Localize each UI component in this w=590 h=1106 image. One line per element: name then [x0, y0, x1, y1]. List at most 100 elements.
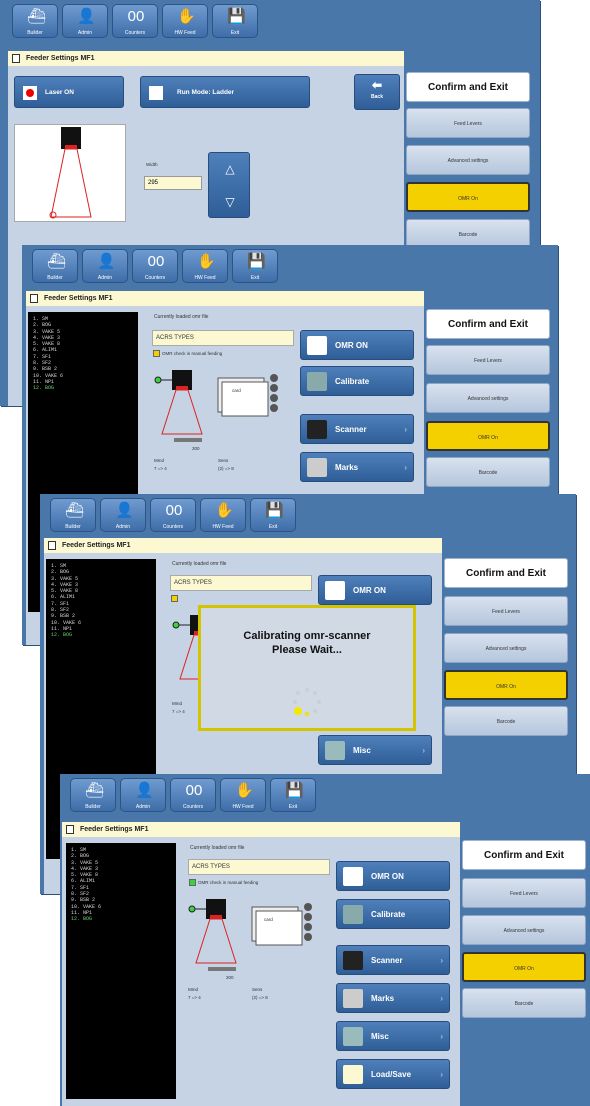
- misc-button[interactable]: Misc ›: [318, 735, 432, 765]
- save-icon: 💾: [227, 8, 246, 25]
- barcode-button[interactable]: Barcode: [426, 457, 550, 487]
- advanced-settings-button[interactable]: Advanced settings: [444, 633, 568, 663]
- exit-button[interactable]: 💾 Exit: [232, 249, 278, 283]
- counters-button[interactable]: 00 Counters: [132, 249, 178, 283]
- omr-on-button[interactable]: OMR On: [462, 952, 586, 982]
- omr-on-toggle[interactable]: OMR ON: [318, 575, 432, 605]
- feed-levers-button[interactable]: Feed Levers: [444, 596, 568, 626]
- barcode-button[interactable]: Barcode: [462, 988, 586, 1018]
- feeder-list[interactable]: 1. SM 2. BOG 3. VAKE 5 4. VAKE 3 5. VAKE…: [66, 843, 176, 1099]
- sens-label: Sens: [218, 458, 229, 463]
- run-mode-icon: [149, 86, 163, 100]
- omr-on-button[interactable]: OMR On: [444, 670, 568, 700]
- feed-levers-button[interactable]: Feed Levers: [462, 878, 586, 908]
- list-item-selected[interactable]: 12. BOG: [71, 916, 176, 922]
- load-save-button[interactable]: Load/Save ›: [336, 1059, 450, 1089]
- scanner-button[interactable]: Scanner ›: [336, 945, 450, 975]
- feed-levers-button[interactable]: Feed Levers: [426, 345, 550, 375]
- admin-button[interactable]: 👤 Admin: [100, 498, 146, 532]
- calibrate-button[interactable]: Calibrate: [300, 366, 414, 396]
- marks-button[interactable]: Marks ›: [300, 452, 414, 482]
- hand-feed-button[interactable]: ✋ HW Feed: [200, 498, 246, 532]
- scanner-icon: [343, 951, 363, 970]
- omr-manual-check[interactable]: [171, 595, 180, 603]
- folder-icon: [343, 1065, 363, 1084]
- hand-feed-button[interactable]: ✋ HW Feed: [182, 249, 228, 283]
- run-mode-button[interactable]: Run Mode: Ladder: [140, 76, 310, 108]
- counters-button[interactable]: 00 Counters: [150, 498, 196, 532]
- checkbox[interactable]: [171, 595, 178, 603]
- omr-on-button[interactable]: OMR On: [406, 182, 530, 212]
- builder-icon: ⛴: [65, 502, 85, 519]
- counters-icon: 00: [147, 253, 165, 270]
- width-stepper: △ ▽: [208, 152, 250, 218]
- save-icon: 💾: [265, 502, 284, 519]
- misc-button[interactable]: Misc ›: [336, 1021, 450, 1051]
- dialog-line-2: Please Wait...: [272, 644, 342, 656]
- omr-manual-check[interactable]: OMR check in manual feeding: [153, 350, 222, 358]
- mode-value: 7 => 4: [154, 466, 167, 471]
- advanced-settings-button[interactable]: Advanced settings: [426, 383, 550, 413]
- admin-button[interactable]: 👤 Admin: [82, 249, 128, 283]
- loaded-file-label: Currently loaded omr file: [172, 561, 227, 567]
- omr-on-button[interactable]: OMR On: [426, 421, 550, 451]
- counters-button[interactable]: 00 Counters: [170, 778, 216, 812]
- advanced-settings-button[interactable]: Advanced settings: [462, 915, 586, 945]
- window-title: Feeder Settings MF1: [26, 291, 424, 306]
- counters-icon: 00: [165, 502, 183, 519]
- list-item-selected[interactable]: 12. BOG: [51, 632, 156, 638]
- counters-icon: 00: [127, 8, 145, 25]
- increase-width-button[interactable]: △: [209, 153, 251, 186]
- loaded-file-field: ACRS TYPES: [170, 575, 312, 591]
- exit-button[interactable]: 💾 Exit: [250, 498, 296, 532]
- feed-levers-button[interactable]: Feed Levers: [406, 108, 530, 138]
- loading-spinner-icon: [293, 688, 321, 717]
- exit-button[interactable]: 💾 Exit: [212, 4, 258, 38]
- confirm-exit-button[interactable]: Confirm and Exit: [444, 558, 568, 588]
- list-item-selected[interactable]: 12. BOG: [33, 385, 138, 391]
- admin-button[interactable]: 👤 Admin: [62, 4, 108, 38]
- barcode-button[interactable]: Barcode: [444, 706, 568, 736]
- scale-value: 300: [226, 975, 234, 980]
- laser-button[interactable]: Laser ON: [14, 76, 124, 108]
- calibrate-button[interactable]: Calibrate: [336, 899, 450, 929]
- omr-sensor-diagram: [154, 370, 278, 442]
- admin-button[interactable]: 👤 Admin: [120, 778, 166, 812]
- exit-button[interactable]: 💾 Exit: [270, 778, 316, 812]
- loaded-file-field: ACRS TYPES: [188, 859, 330, 875]
- width-input[interactable]: 295: [144, 176, 202, 190]
- admin-icon: 👤: [135, 782, 154, 799]
- admin-icon: 👤: [115, 502, 134, 519]
- chevron-right-icon: ›: [422, 746, 425, 755]
- confirm-exit-button[interactable]: Confirm and Exit: [462, 840, 586, 870]
- checkbox[interactable]: [189, 879, 196, 887]
- marks-button[interactable]: Marks ›: [336, 983, 450, 1013]
- chevron-right-icon: ›: [440, 1070, 443, 1079]
- back-button[interactable]: ⬅ Back: [354, 74, 400, 110]
- advanced-settings-button[interactable]: Advanced settings: [406, 145, 530, 175]
- builder-button[interactable]: ⛴ Builder: [70, 778, 116, 812]
- chevron-right-icon: ›: [440, 994, 443, 1003]
- omr-manual-check[interactable]: OMR check in manual feeding: [189, 879, 258, 887]
- scanner-button[interactable]: Scanner ›: [300, 414, 414, 444]
- hand-feed-icon: ✋: [215, 502, 234, 519]
- hand-feed-button[interactable]: ✋ HW Feed: [220, 778, 266, 812]
- chevron-right-icon: ›: [404, 463, 407, 472]
- builder-button[interactable]: ⛴ Builder: [32, 249, 78, 283]
- loaded-file-label: Currently loaded omr file: [190, 845, 245, 851]
- confirm-exit-button[interactable]: Confirm and Exit: [426, 309, 550, 339]
- checkbox[interactable]: [153, 350, 160, 358]
- omr-on-toggle[interactable]: OMR ON: [300, 330, 414, 360]
- save-icon: 💾: [285, 782, 304, 799]
- chevron-right-icon: ›: [404, 425, 407, 434]
- builder-button[interactable]: ⛴ Builder: [12, 4, 58, 38]
- decrease-width-button[interactable]: ▽: [209, 186, 251, 219]
- hand-feed-button[interactable]: ✋ HW Feed: [162, 4, 208, 38]
- sensor-beam-diagram: [49, 127, 92, 219]
- confirm-exit-button[interactable]: Confirm and Exit: [406, 72, 530, 102]
- back-arrow-icon: ⬅: [371, 78, 383, 92]
- omr-sensor-diagram: [188, 899, 312, 971]
- counters-button[interactable]: 00 Counters: [112, 4, 158, 38]
- omr-on-toggle[interactable]: OMR ON: [336, 861, 450, 891]
- builder-button[interactable]: ⛴ Builder: [50, 498, 96, 532]
